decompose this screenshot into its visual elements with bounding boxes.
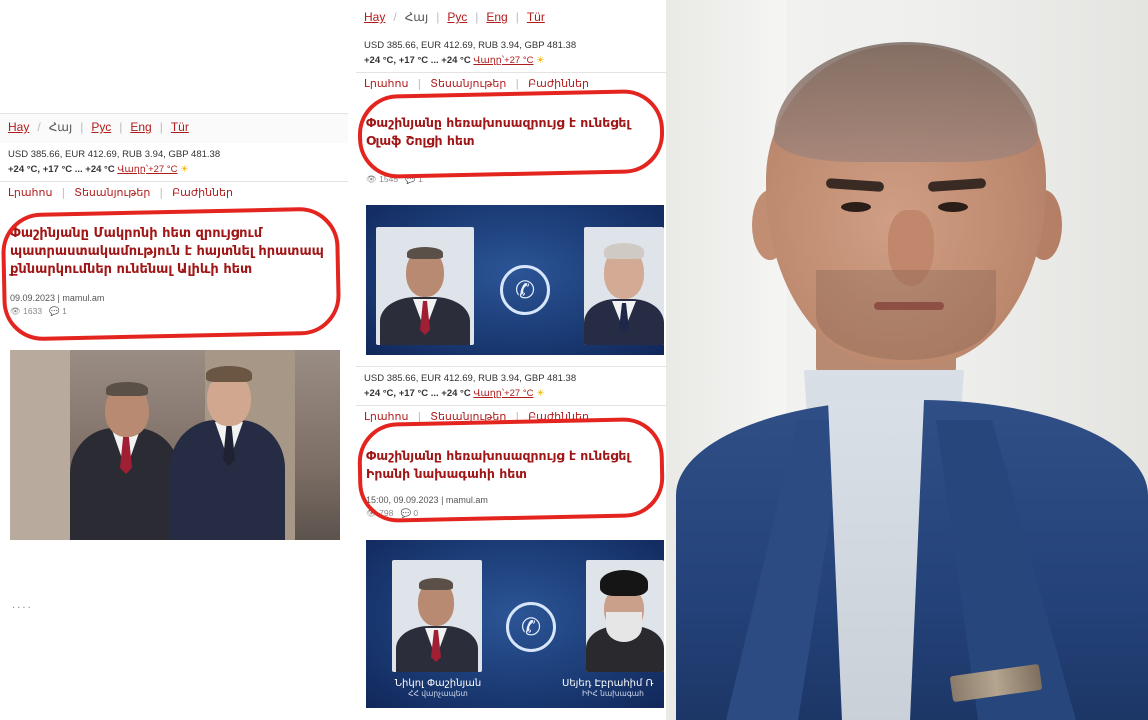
site-nav: Լրահոս | Տեսանյութեր | Բաժիններ [356,405,666,427]
pashinyan-macron-photo [10,350,340,540]
caption-left: Նիկոլ Փաշինյան ՀՀ վարչապետ [394,678,482,698]
rates-block: USD 385.66, EUR 412.69, RUB 3.94, GBP 48… [356,34,666,72]
comment-icon: 💬 [400,508,412,518]
phone-call-icon: ✆ [500,265,550,315]
weather-tomorrow-link[interactable]: Վաղը՝+27 °C [117,164,177,175]
weather-line: +24 °C, +17 °C ... +24 °C Վաղը՝+27 °C ☀ [364,55,545,66]
caption-right: Սեյեդ Էբրահիմ Ռ ԻԻՀ նախագահ [562,678,654,698]
news-article-1: Hay / Հայ | Рус | Eng | Tür USD 385.66, EUR 412.… [0,113,348,320]
nav-sections[interactable]: Բաժիններ [528,410,589,423]
raisi-portrait [586,560,664,672]
pashinyan-scholz-call-image: ✆ [366,205,664,355]
nav-feed[interactable]: Լրահոս [364,77,408,90]
language-bar: Hay / Հայ | Рус | Eng | Tür [0,113,348,143]
rates-block: USD 385.66, EUR 412.69, RUB 3.94, GBP 48… [0,143,348,181]
lang-hay[interactable]: Hay [364,10,385,24]
lang-ru[interactable]: Рус [91,120,111,134]
pashinyan-portrait [392,560,482,672]
article-headline[interactable]: Փաշինյանը հեռախոսազրույց է ունեցել Օլաֆ … [356,94,666,156]
sun-icon: ☀ [536,388,545,399]
currency-rates: USD 385.66, EUR 412.69, RUB 3.94, GBP 48… [8,149,221,160]
article-meta: 09.09.2023 | mamul.am [10,293,105,303]
article-stats: 👁 1633 💬 1 [10,306,67,316]
lang-hay[interactable]: Hay [8,120,29,134]
nav-videos[interactable]: Տեսանյութեր [74,186,150,199]
currency-rates: USD 385.66, EUR 412.69, RUB 3.94, GBP 48… [364,40,577,51]
weather-tomorrow-link[interactable]: Վաղը՝+27 °C [473,55,533,66]
site-nav: Լրահոս | Տեսանյութեր | Բաժիններ [356,72,666,94]
comment-icon: 💬 [49,306,60,316]
article-stats: 👁 1545 💬 1 [366,174,423,184]
language-bar: Hay / Հայ | Рус | Eng | Tür [356,4,666,34]
pashinyan-raisi-call-image: ✆ Նիկոլ Փաշինյան ՀՀ վարչապետ Սեյեդ Էբրահ… [366,540,664,708]
lang-hy[interactable]: Հայ [405,10,429,24]
ellipsis-marks: .... [12,600,33,611]
sun-icon: ☀ [536,55,545,66]
pashinyan-portrait [376,227,474,345]
weather-line: +24 °C, +17 °C ... +24 °C Վաղը՝+27 °C ☀ [364,388,545,399]
article-headline[interactable]: Փաշինյանը հեռախոսազրույց է ունեցել Իրանի… [356,427,666,489]
rates-block: USD 385.66, EUR 412.69, RUB 3.94, GBP 48… [356,366,666,405]
article-meta: 15:00, 09.09.2023 | mamul.am [366,495,488,505]
nav-sections[interactable]: Բաժիններ [528,77,589,90]
currency-rates: USD 385.66, EUR 412.69, RUB 3.94, GBP 48… [364,373,577,384]
lang-hy[interactable]: Հայ [49,120,73,134]
lang-tr[interactable]: Tür [527,10,545,24]
article-stats: 👁 798 💬 0 [366,508,419,518]
middle-screenshot-panel: Hay / Հայ | Рус | Eng | Tür USD 385.66, EUR 412.… [356,0,666,720]
lang-en[interactable]: Eng [130,120,151,134]
nav-feed[interactable]: Լրահոս [8,186,52,199]
article-headline[interactable]: Փաշինյանը Մակրոնի հետ զրույցում պատրաստա… [0,203,348,285]
weather-line: +24 °C, +17 °C ... +24 °C Վաղը՝+27 °C ☀ [8,164,189,175]
phone-call-icon: ✆ [506,602,556,652]
nav-videos[interactable]: Տեսանյութեր [430,77,506,90]
man-portrait-photo [666,0,1148,720]
nav-videos[interactable]: Տեսանյութեր [430,410,506,423]
eye-icon: 👁 [366,174,377,184]
news-article-3: USD 385.66, EUR 412.69, RUB 3.94, GBP 48… [356,366,666,522]
comment-icon: 💬 [405,174,416,184]
lang-ru[interactable]: Рус [447,10,467,24]
weather-tomorrow-link[interactable]: Վաղը՝+27 °C [473,388,533,399]
eye-icon: 👁 [10,306,21,316]
lang-tr[interactable]: Tür [171,120,189,134]
lang-en[interactable]: Eng [486,10,507,24]
news-article-2: Hay / Հայ | Рус | Eng | Tür USD 385.66, EUR 412.… [356,4,666,188]
sun-icon: ☀ [180,164,189,175]
eye-icon: 👁 [366,508,377,518]
left-screenshot-panel: Hay / Հայ | Рус | Eng | Tür USD 385.66, EUR 412.… [0,0,348,720]
nav-sections[interactable]: Բաժիններ [172,186,233,199]
site-nav: Լրահոս | Տեսանյութեր | Բաժիններ [0,181,348,203]
nav-feed[interactable]: Լրահոս [364,410,408,423]
scholz-portrait [584,227,664,345]
